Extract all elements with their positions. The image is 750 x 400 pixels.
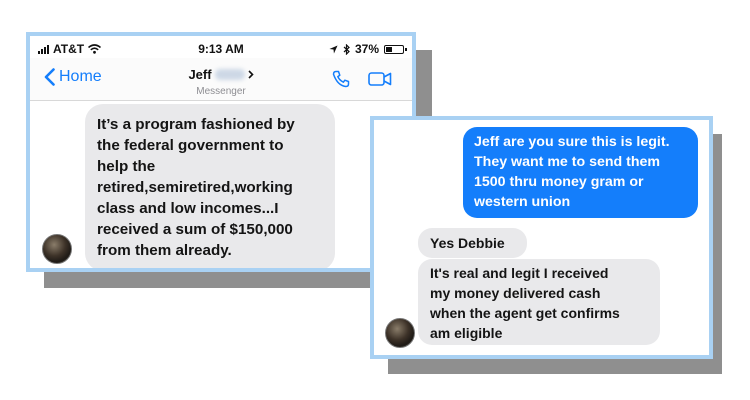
outgoing-message-bubble: Jeff are you sure this is legit. They wa… <box>463 127 698 218</box>
contact-name-row[interactable]: Jeff <box>188 67 254 82</box>
outgoing-message-text: Jeff are you sure this is legit. They wa… <box>474 134 670 210</box>
battery-icon <box>384 44 407 54</box>
incoming-message-text: It's real and legit I received my money … <box>430 265 620 341</box>
contact-name: Jeff <box>188 67 212 82</box>
call-actions <box>332 70 392 93</box>
messenger-screenshot-left: AT&T 9:13 AM 37% Home Jeff Messenger It’… <box>26 32 416 272</box>
phone-icon <box>332 70 350 88</box>
incoming-message-text: Yes Debbie <box>430 235 505 251</box>
messenger-screenshot-right: Jeff are you sure this is legit. They wa… <box>370 116 713 359</box>
phone-call-button[interactable] <box>332 70 350 93</box>
incoming-message-bubble: It’s a program fashioned by the federal … <box>85 104 335 268</box>
message-text: It’s a program fashioned by the federal … <box>97 116 295 259</box>
status-bar: AT&T 9:13 AM 37% <box>30 36 412 58</box>
status-right: 37% <box>329 42 407 56</box>
video-camera-icon <box>368 72 392 86</box>
location-arrow-icon <box>329 44 338 54</box>
contact-avatar[interactable] <box>42 234 72 264</box>
conversation-header: Home Jeff Messenger <box>30 58 412 101</box>
contact-avatar[interactable] <box>385 318 415 348</box>
battery-percent: 37% <box>354 42 379 56</box>
bluetooth-icon <box>343 43 350 55</box>
incoming-message-bubble: Yes Debbie <box>418 228 527 258</box>
battery-fill <box>386 46 392 52</box>
video-call-button[interactable] <box>368 71 392 92</box>
incoming-message-bubble: It's real and legit I received my money … <box>418 259 660 345</box>
chevron-right-icon <box>247 70 254 79</box>
redacted-surname <box>214 69 245 80</box>
